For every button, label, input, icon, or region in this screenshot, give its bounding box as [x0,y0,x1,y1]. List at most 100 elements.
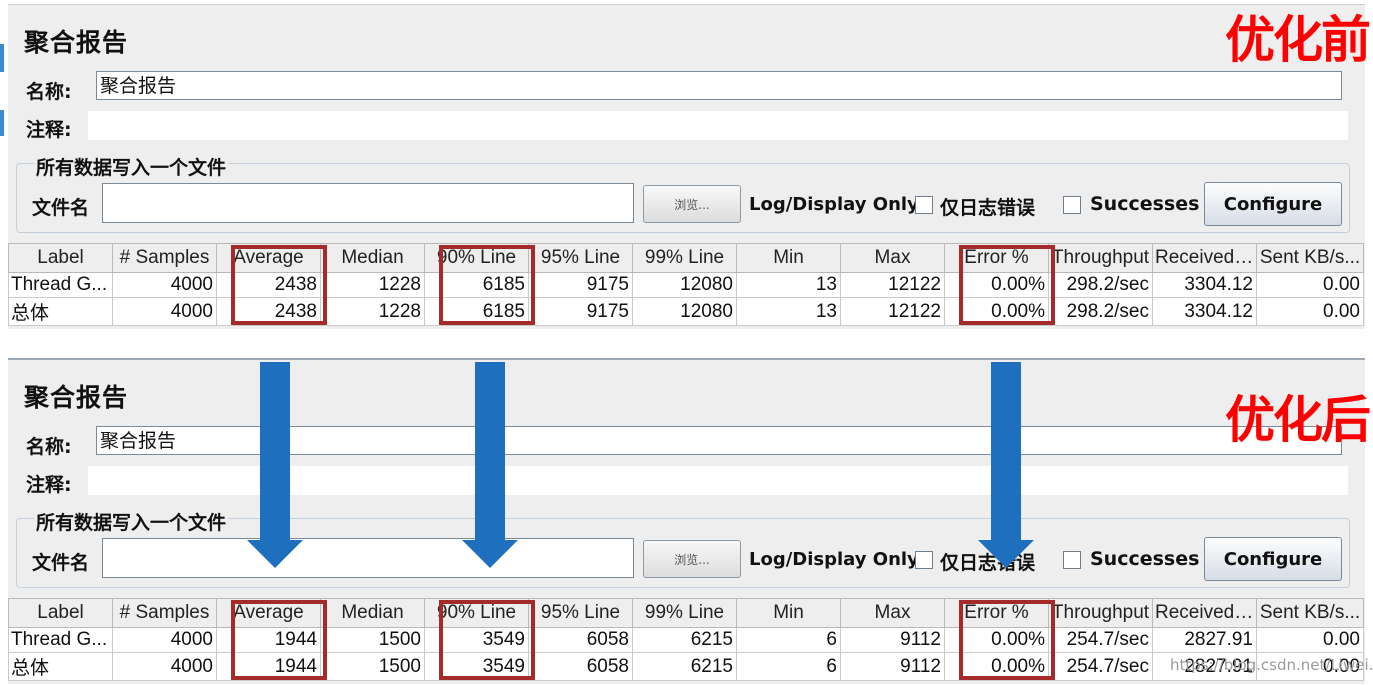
log-display-only-label: Log/Display Only: [749,194,926,215]
column-header-max[interactable]: Max [840,598,945,628]
column-header-error[interactable]: Error % [944,598,1049,628]
table-row[interactable]: 总体 4000 2438 1228 6185 9175 12080 13 121… [8,297,1364,326]
cell-min: 13 [736,272,841,298]
comment-label: 注释: [26,474,72,496]
cell-throughput: 298.2/sec [1048,297,1153,326]
filename-label: 文件名 [32,552,90,574]
panel-title: 聚合报告 [24,28,129,57]
column-header-max[interactable]: Max [840,243,945,273]
cell-max: 12122 [840,297,945,326]
cell-samples: 4000 [112,272,217,298]
column-header-throughput[interactable]: Throughput [1048,243,1153,273]
name-label: 名称: [26,436,72,458]
cell-90-line: 6185 [424,297,529,326]
column-header-95-line[interactable]: 95% Line [528,243,633,273]
configure-button[interactable]: Configure [1204,182,1342,226]
cell-received: 3304.12 [1152,297,1257,326]
table-row[interactable]: Thread G... 4000 2438 1228 6185 9175 120… [8,272,1364,298]
column-header-90-line[interactable]: 90% Line [424,243,529,273]
table-header-row: Label # Samples Average Median 90% Line … [8,243,1364,273]
comment-input[interactable] [88,111,1348,140]
configure-button[interactable]: Configure [1204,537,1342,581]
cell-throughput: 254.7/sec [1048,652,1153,681]
column-header-samples[interactable]: # Samples [112,243,217,273]
cell-throughput: 298.2/sec [1048,272,1153,298]
down-arrow-90-line-head [462,540,518,568]
cell-min: 13 [736,297,841,326]
cell-average: 1944 [216,627,321,653]
cell-99-line: 12080 [632,297,737,326]
successes-label: Successes [1090,193,1200,215]
cell-error: 0.00% [944,652,1049,681]
down-arrow-average [260,362,290,540]
cell-95-line: 6058 [528,627,633,653]
panel-title: 聚合报告 [24,383,129,412]
column-header-99-line[interactable]: 99% Line [632,598,737,628]
cell-samples: 4000 [112,652,217,681]
cell-error: 0.00% [944,297,1049,326]
column-header-sent[interactable]: Sent KB/s... [1256,598,1364,628]
cell-sent: 0.00 [1256,627,1364,653]
cell-label: Thread G... [8,272,113,298]
column-header-min[interactable]: Min [736,243,841,273]
filename-input[interactable] [102,538,634,578]
column-header-min[interactable]: Min [736,598,841,628]
name-input[interactable]: 聚合报告 [96,71,1342,100]
table-row[interactable]: 总体 4000 1944 1500 3549 6058 6215 6 9112 … [8,652,1364,681]
aggregate-report-table: Label # Samples Average Median 90% Line … [8,598,1364,681]
column-header-99-line[interactable]: 99% Line [632,243,737,273]
errors-only-label: 仅日志错误 [940,197,1036,219]
cell-throughput: 254.7/sec [1048,627,1153,653]
cell-average: 2438 [216,297,321,326]
cell-min: 6 [736,652,841,681]
column-header-label[interactable]: Label [8,598,113,628]
errors-only-checkbox[interactable] [915,196,933,214]
column-header-90-line[interactable]: 90% Line [424,598,529,628]
cell-median: 1228 [320,297,425,326]
cell-95-line: 9175 [528,297,633,326]
write-to-file-legend: 所有数据写入一个文件 [34,153,229,180]
table-row[interactable]: Thread G... 4000 1944 1500 3549 6058 621… [8,627,1364,653]
cell-sent: 0.00 [1256,297,1364,326]
cell-median: 1500 [320,627,425,653]
cell-samples: 4000 [112,627,217,653]
successes-checkbox[interactable] [1063,551,1081,569]
cell-label: 总体 [8,652,113,681]
aggregate-report-table: Label # Samples Average Median 90% Line … [8,243,1364,326]
column-header-sent[interactable]: Sent KB/s... [1256,243,1364,273]
column-header-95-line[interactable]: 95% Line [528,598,633,628]
cell-error: 0.00% [944,272,1049,298]
errors-only-checkbox[interactable] [915,551,933,569]
name-label: 名称: [26,81,72,103]
successes-label: Successes [1090,548,1200,570]
browse-button[interactable]: 浏览... [643,540,741,578]
column-header-average[interactable]: Average [216,243,321,273]
successes-checkbox[interactable] [1063,196,1081,214]
cell-99-line: 12080 [632,272,737,298]
cell-90-line: 3549 [424,652,529,681]
column-header-received[interactable]: Received ... [1152,243,1257,273]
cell-99-line: 6215 [632,652,737,681]
column-header-median[interactable]: Median [320,598,425,628]
cell-label: 总体 [8,297,113,326]
cell-average: 2438 [216,272,321,298]
column-header-average[interactable]: Average [216,598,321,628]
aggregate-report-panel-after: 聚合报告 名称: 聚合报告 注释: 所有数据写入一个文件 文件名 浏览... L… [8,358,1365,684]
column-header-received[interactable]: Received ... [1152,598,1257,628]
column-header-median[interactable]: Median [320,243,425,273]
column-header-samples[interactable]: # Samples [112,598,217,628]
column-header-label[interactable]: Label [8,243,113,273]
column-header-error[interactable]: Error % [944,243,1049,273]
filename-input[interactable] [102,183,634,223]
column-header-throughput[interactable]: Throughput [1048,598,1153,628]
browse-button[interactable]: 浏览... [643,185,741,223]
cell-99-line: 6215 [632,627,737,653]
cell-max: 12122 [840,272,945,298]
down-arrow-90-line [475,362,505,540]
cell-received: 2827.91 [1152,627,1257,653]
left-edge-marker [0,110,4,136]
after-optimization-label: 优化后 [1225,391,1371,449]
before-optimization-label: 优化前 [1225,11,1371,69]
down-arrow-error-head [978,540,1034,568]
cell-90-line: 6185 [424,272,529,298]
